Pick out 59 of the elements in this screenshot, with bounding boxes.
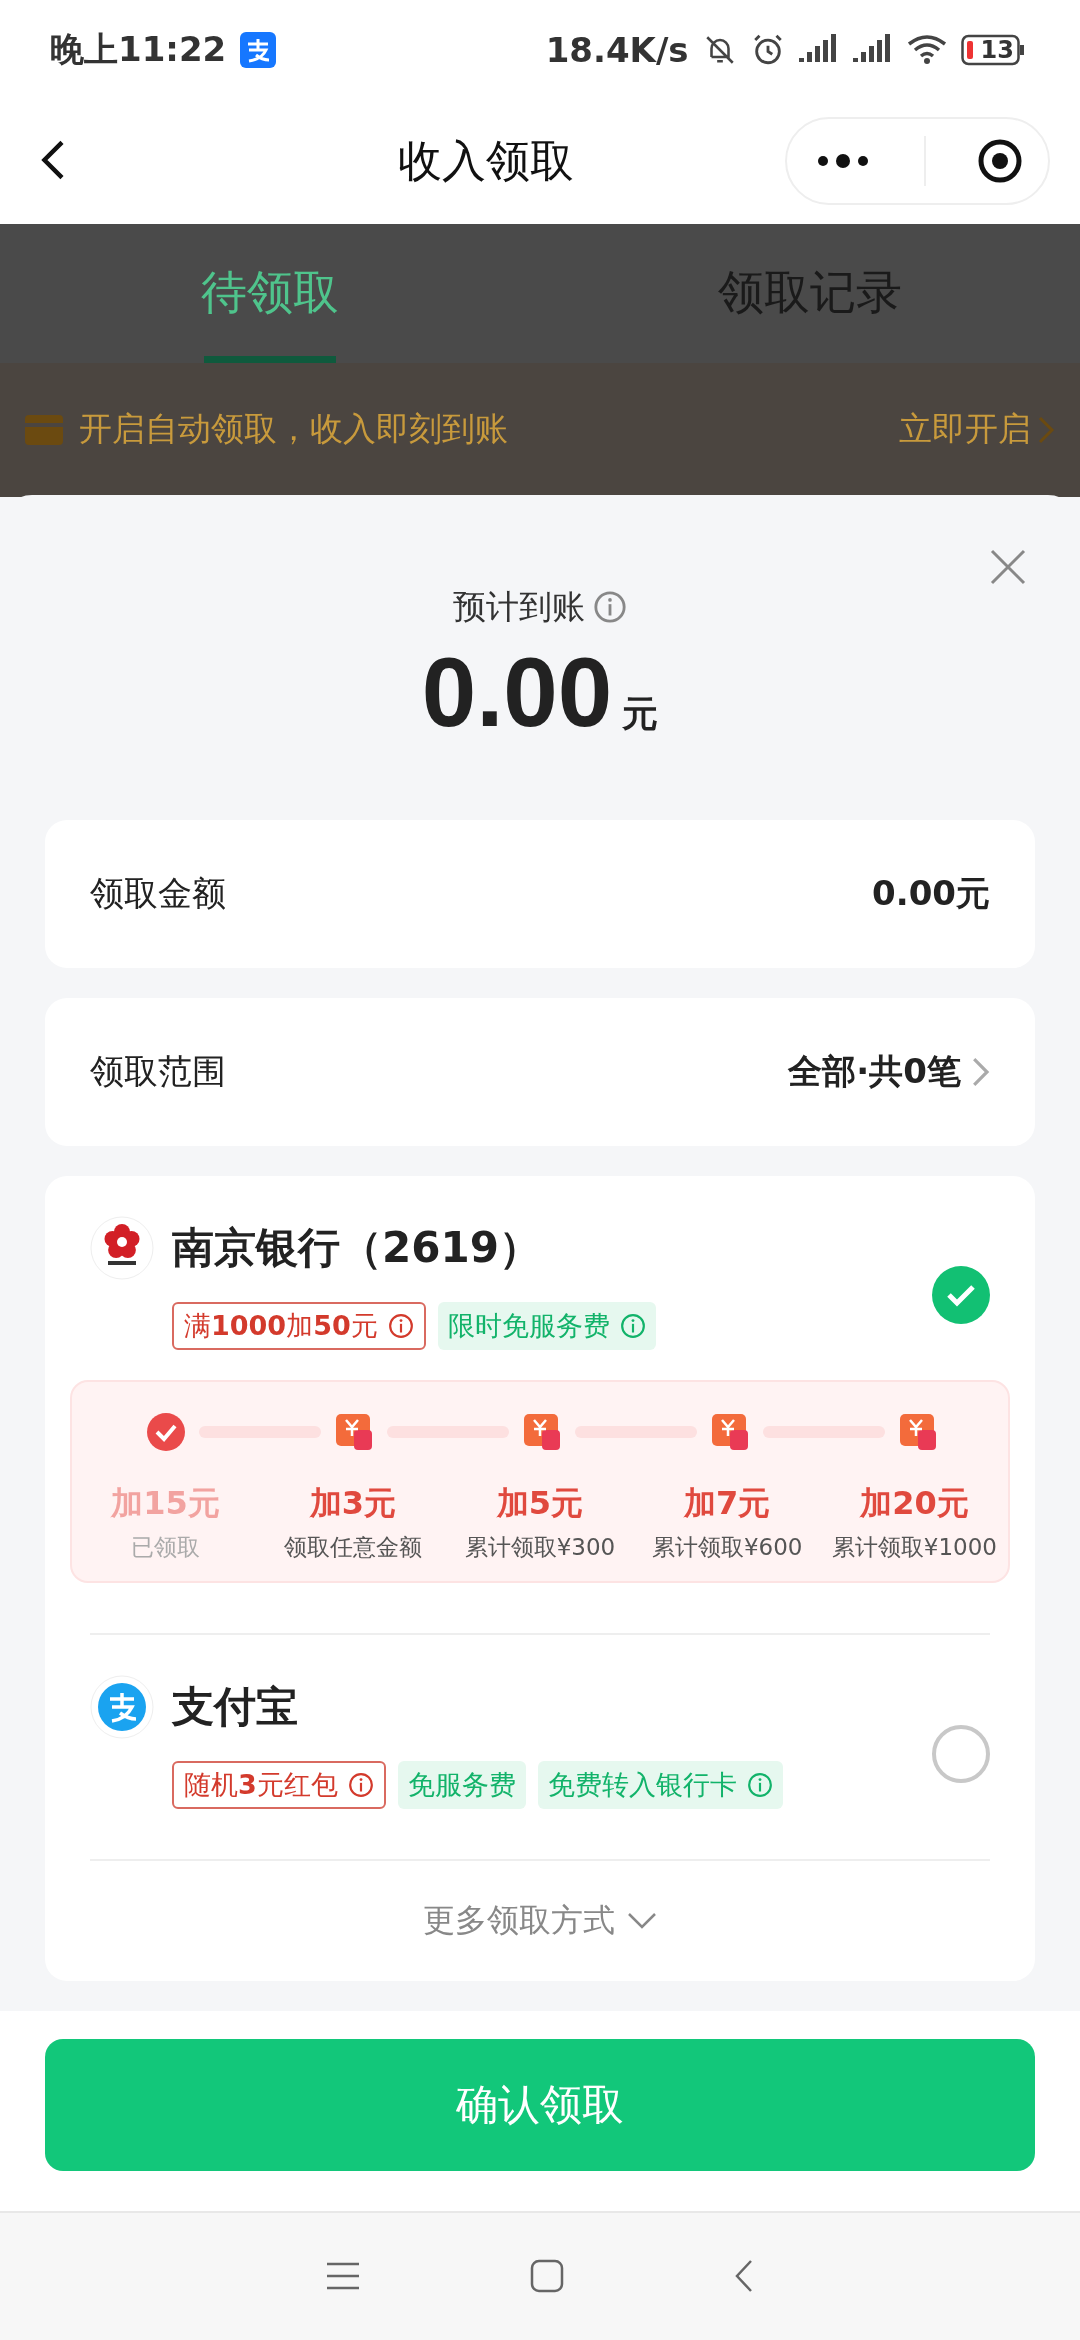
tab[interactable]: 待领取	[0, 223, 540, 363]
method-name: 南京银行（2619）	[172, 1221, 542, 1274]
reward-condition: 领取任意金额	[283, 1532, 422, 1562]
close-program-icon[interactable]	[976, 138, 1023, 185]
reward-condition: 累计领取¥1000	[831, 1532, 997, 1562]
reward-amount: 加5元	[496, 1482, 584, 1524]
more-methods-button[interactable]: 更多领取方式	[417, 1860, 663, 1981]
row-value: 全部·共0笔	[788, 1049, 961, 1093]
envelope-icon	[522, 1411, 562, 1452]
benefit-tag: 满1000加50元	[172, 1301, 426, 1350]
currency-unit: 元	[622, 691, 659, 736]
check-icon	[146, 1411, 186, 1452]
info-icon[interactable]	[619, 1312, 646, 1339]
info-icon[interactable]	[347, 1771, 374, 1798]
wifi-icon	[906, 33, 947, 66]
reward-amount: 加20元	[860, 1482, 969, 1524]
banner-text: 开启自动领取，收入即刻到账	[79, 408, 509, 451]
network-speed: 18.4K/s	[545, 29, 689, 70]
info-icon[interactable]	[387, 1312, 414, 1339]
reward-condition: 累计领取¥300	[464, 1532, 616, 1562]
confirm-button[interactable]: 确认领取	[45, 2038, 1035, 2171]
benefit-tag: 限时免服务费	[437, 1301, 656, 1350]
row-value: 0.00元	[872, 871, 990, 915]
alipay-app-icon	[240, 31, 277, 68]
envelope-icon	[710, 1411, 750, 1452]
row-label: 领取金额	[90, 871, 227, 915]
method-name: 支付宝	[172, 1680, 299, 1733]
benefit-tag: 随机3元红包	[172, 1760, 386, 1809]
page-title: 收入领取	[396, 133, 575, 188]
back-icon[interactable]	[734, 2259, 754, 2294]
info-card[interactable]: 领取范围 全部·共0笔	[45, 997, 1035, 1146]
benefit-tag: 免服务费	[397, 1760, 526, 1809]
reward-condition: 累计领取¥600	[651, 1532, 803, 1562]
clock-time: 晚上11:22	[50, 27, 227, 71]
reward-amount: 加3元	[309, 1482, 396, 1524]
info-icon[interactable]	[593, 590, 627, 625]
enable-link[interactable]: 立即开启	[899, 407, 1055, 453]
reward-amount: 加7元	[684, 1482, 771, 1524]
envelope-icon	[898, 1411, 938, 1452]
row-label: 领取范围	[90, 1049, 227, 1093]
menu-icon[interactable]	[326, 2262, 360, 2291]
chevron-icon	[1037, 414, 1055, 445]
radio-button[interactable]	[932, 1724, 990, 1783]
envelope-icon	[334, 1411, 374, 1452]
home-icon[interactable]	[530, 2259, 564, 2294]
reward-condition: 已领取	[131, 1532, 201, 1562]
radio-button[interactable]	[932, 1265, 990, 1324]
reward-amount: 加15元	[111, 1482, 220, 1524]
alipay-logo-icon	[90, 1674, 154, 1739]
info-icon[interactable]	[746, 1771, 773, 1798]
check-icon	[946, 1282, 976, 1307]
card-icon	[25, 414, 63, 445]
bank-logo-icon	[90, 1215, 154, 1280]
battery-level: 13	[980, 35, 1014, 64]
estimate-amount: 0.00	[421, 635, 613, 749]
chevron-down-icon	[627, 1911, 657, 1930]
estimate-label: 预计到账	[453, 584, 627, 630]
battery-icon	[960, 33, 1025, 66]
benefit-tag: 免费转入银行卡	[537, 1760, 783, 1809]
